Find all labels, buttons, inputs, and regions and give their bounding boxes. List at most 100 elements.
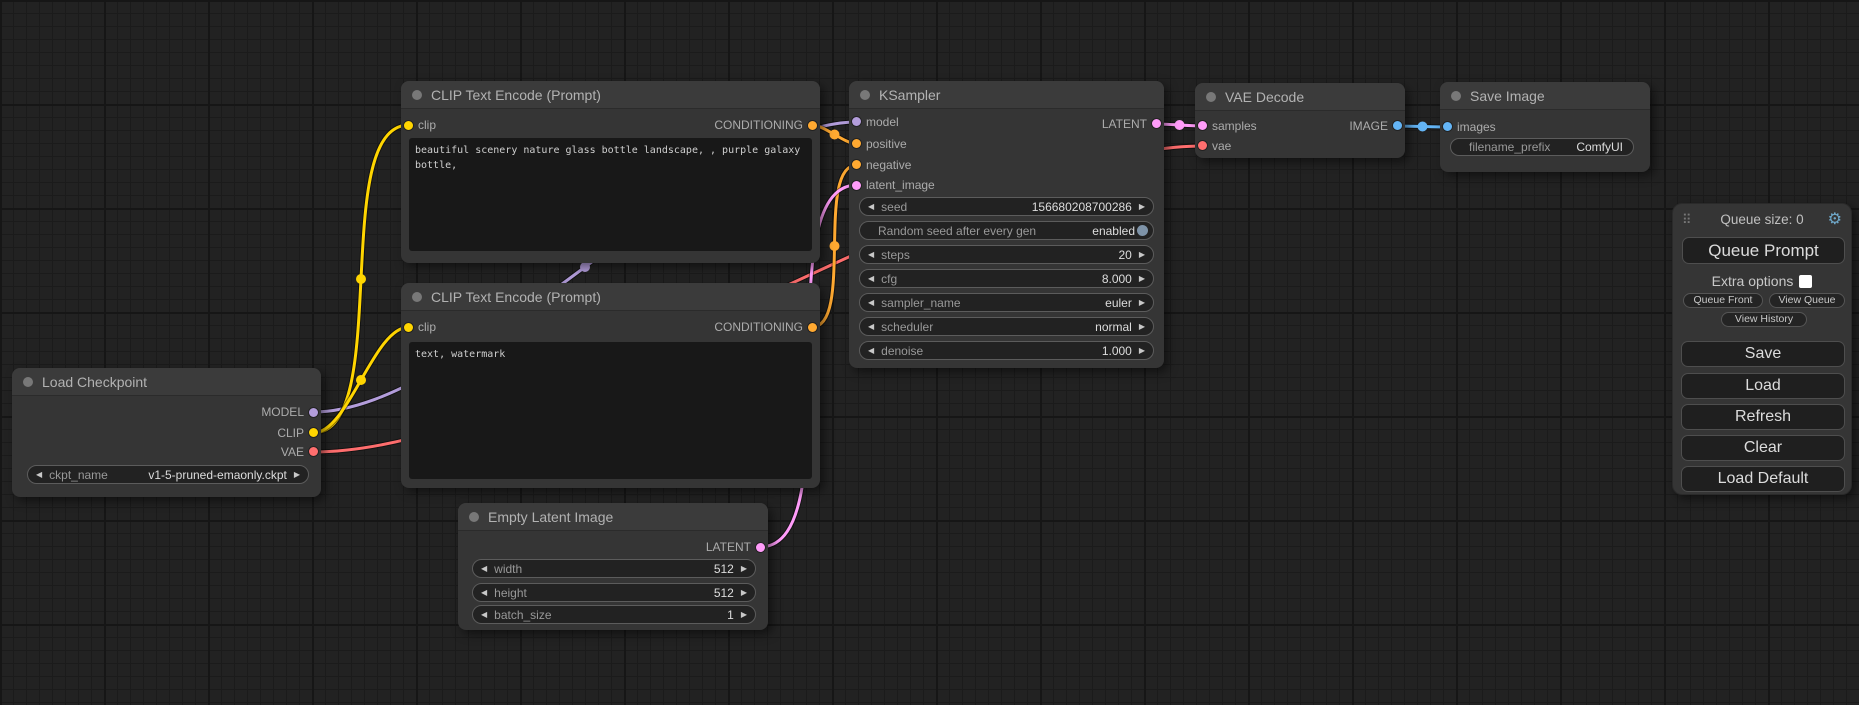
node-ksampler[interactable]: KSampler model positive negative latent_…: [849, 81, 1164, 368]
input-port-vae[interactable]: [1198, 141, 1207, 150]
cfg-widget[interactable]: ◀ cfg 8.000 ▶: [859, 269, 1154, 288]
node-title-bar[interactable]: Save Image: [1440, 82, 1650, 110]
comfyui-graph-canvas[interactable]: { "icons": {"left": "◀", "right": "▶", "…: [0, 0, 1859, 705]
steps-widget[interactable]: ◀ steps 20 ▶: [859, 245, 1154, 264]
input-port-clip[interactable]: [404, 121, 413, 130]
node-title-bar[interactable]: Empty Latent Image: [458, 503, 768, 531]
input-port-images[interactable]: [1443, 122, 1452, 131]
save-button[interactable]: Save: [1681, 341, 1845, 367]
random-seed-toggle-widget[interactable]: Random seed after every gen enabled: [859, 221, 1154, 240]
widget-label: steps: [881, 248, 910, 262]
scheduler-widget[interactable]: ◀ scheduler normal ▶: [859, 317, 1154, 336]
output-port-latent[interactable]: [1152, 119, 1161, 128]
extra-options-checkbox[interactable]: [1799, 275, 1812, 288]
increment-icon[interactable]: ▶: [1139, 275, 1145, 283]
decrement-icon[interactable]: ◀: [868, 203, 874, 211]
refresh-button[interactable]: Refresh: [1681, 404, 1845, 430]
increment-icon[interactable]: ▶: [1139, 347, 1145, 355]
prev-value-icon[interactable]: ◀: [36, 471, 42, 479]
prompt-textarea[interactable]: beautiful scenery nature glass bottle la…: [409, 138, 812, 251]
node-empty-latent-image[interactable]: Empty Latent Image LATENT ◀ width 512 ▶ …: [458, 503, 768, 630]
filename-prefix-widget[interactable]: filename_prefix ComfyUI: [1450, 138, 1634, 156]
node-clip-text-encode-positive[interactable]: CLIP Text Encode (Prompt) clip CONDITION…: [401, 81, 820, 263]
node-title-bar[interactable]: KSampler: [849, 81, 1164, 109]
queue-front-button[interactable]: Queue Front: [1683, 293, 1763, 308]
decrement-icon[interactable]: ◀: [868, 275, 874, 283]
clear-button[interactable]: Clear: [1681, 435, 1845, 461]
node-title-bar[interactable]: CLIP Text Encode (Prompt): [401, 283, 820, 311]
decrement-icon[interactable]: ◀: [868, 251, 874, 259]
load-button[interactable]: Load: [1681, 373, 1845, 399]
node-vae-decode[interactable]: VAE Decode samples vae IMAGE: [1195, 83, 1405, 158]
prev-value-icon[interactable]: ◀: [868, 323, 874, 331]
height-widget[interactable]: ◀ height 512 ▶: [472, 583, 756, 602]
decrement-icon[interactable]: ◀: [481, 611, 487, 619]
widget-label: seed: [881, 200, 907, 214]
node-load-checkpoint[interactable]: Load Checkpoint MODEL CLIP VAE ◀ ckpt_na…: [12, 368, 321, 497]
decrement-icon[interactable]: ◀: [868, 347, 874, 355]
extra-options-label: Extra options: [1712, 273, 1794, 289]
toggle-on-icon[interactable]: [1137, 225, 1148, 236]
collapse-dot-icon[interactable]: [1206, 92, 1216, 102]
input-label-latent-image: latent_image: [866, 178, 935, 192]
collapse-dot-icon[interactable]: [412, 292, 422, 302]
next-value-icon[interactable]: ▶: [1139, 323, 1145, 331]
collapse-dot-icon[interactable]: [412, 90, 422, 100]
node-title-bar[interactable]: CLIP Text Encode (Prompt): [401, 81, 820, 109]
settings-gear-icon[interactable]: ⚙: [1828, 211, 1842, 229]
output-port-vae[interactable]: [309, 447, 318, 456]
collapse-dot-icon[interactable]: [860, 90, 870, 100]
next-value-icon[interactable]: ▶: [1139, 299, 1145, 307]
decrement-icon[interactable]: ◀: [481, 589, 487, 597]
node-title-bar[interactable]: VAE Decode: [1195, 83, 1405, 111]
widget-value: normal: [1095, 320, 1132, 334]
decrement-icon[interactable]: ◀: [481, 565, 487, 573]
increment-icon[interactable]: ▶: [1139, 203, 1145, 211]
load-default-button[interactable]: Load Default: [1681, 466, 1845, 492]
input-label-model: model: [866, 115, 899, 129]
increment-icon[interactable]: ▶: [741, 611, 747, 619]
prev-value-icon[interactable]: ◀: [868, 299, 874, 307]
widget-value: 512: [714, 586, 734, 600]
widget-value: 156680208700286: [1032, 200, 1132, 214]
node-title: VAE Decode: [1225, 89, 1304, 105]
node-clip-text-encode-negative[interactable]: CLIP Text Encode (Prompt) clip CONDITION…: [401, 283, 820, 488]
view-history-button[interactable]: View History: [1721, 312, 1807, 327]
width-widget[interactable]: ◀ width 512 ▶: [472, 559, 756, 578]
sampler-name-widget[interactable]: ◀ sampler_name euler ▶: [859, 293, 1154, 312]
widget-label: width: [494, 562, 522, 576]
output-port-image[interactable]: [1393, 121, 1402, 130]
queue-prompt-button[interactable]: Queue Prompt: [1682, 237, 1845, 264]
input-port-latent-image[interactable]: [852, 181, 861, 190]
input-label-clip: clip: [418, 320, 436, 334]
input-port-negative[interactable]: [852, 160, 861, 169]
ckpt-name-widget[interactable]: ◀ ckpt_name v1-5-pruned-emaonly.ckpt ▶: [27, 465, 309, 484]
next-value-icon[interactable]: ▶: [294, 471, 300, 479]
input-port-model[interactable]: [852, 117, 861, 126]
input-port-positive[interactable]: [852, 139, 861, 148]
batch-size-widget[interactable]: ◀ batch_size 1 ▶: [472, 605, 756, 624]
input-port-samples[interactable]: [1198, 121, 1207, 130]
increment-icon[interactable]: ▶: [741, 565, 747, 573]
output-port-conditioning[interactable]: [808, 121, 817, 130]
widget-label: denoise: [881, 344, 923, 358]
node-save-image[interactable]: Save Image images filename_prefix ComfyU…: [1440, 82, 1650, 172]
denoise-widget[interactable]: ◀ denoise 1.000 ▶: [859, 341, 1154, 360]
increment-icon[interactable]: ▶: [1139, 251, 1145, 259]
output-port-clip[interactable]: [309, 428, 318, 437]
collapse-dot-icon[interactable]: [469, 512, 479, 522]
output-label-vae: VAE: [281, 445, 304, 459]
collapse-dot-icon[interactable]: [1451, 91, 1461, 101]
increment-icon[interactable]: ▶: [741, 589, 747, 597]
output-port-model[interactable]: [309, 408, 318, 417]
collapse-dot-icon[interactable]: [23, 377, 33, 387]
view-queue-button[interactable]: View Queue: [1769, 293, 1845, 308]
node-title-bar[interactable]: Load Checkpoint: [12, 368, 321, 396]
output-port-conditioning[interactable]: [808, 323, 817, 332]
output-port-latent[interactable]: [756, 543, 765, 552]
extra-options-row: Extra options: [1673, 273, 1851, 289]
seed-widget[interactable]: ◀ seed 156680208700286 ▶: [859, 197, 1154, 216]
widget-label: filename_prefix: [1469, 140, 1550, 154]
input-port-clip[interactable]: [404, 323, 413, 332]
prompt-textarea[interactable]: text, watermark: [409, 342, 812, 479]
